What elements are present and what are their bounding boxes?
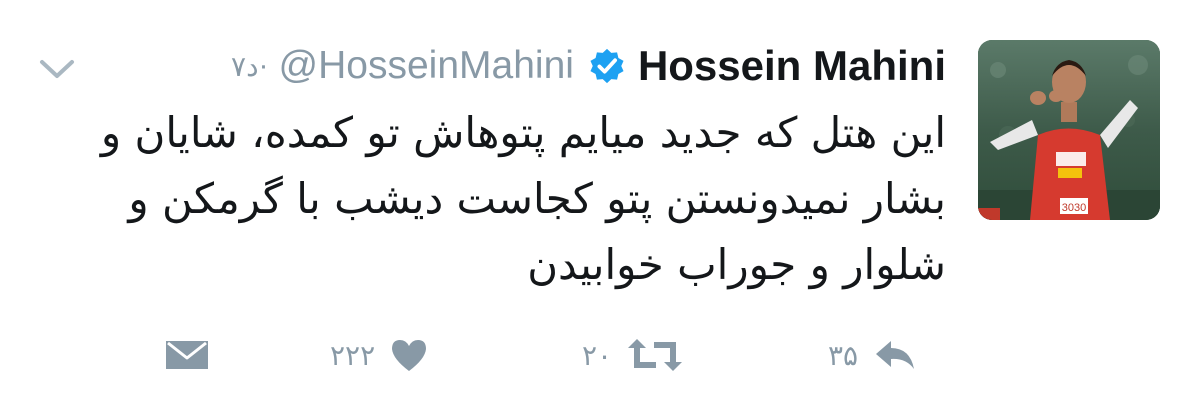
retweet-icon xyxy=(626,337,684,373)
tweet-text-line: این هتل که جدید میایم پتوهاش تو کمده، شا… xyxy=(100,108,946,157)
tweet: Hossein Mahini @HosseinMahini · ۷د 3030 … xyxy=(0,0,1200,401)
tweet-header: Hossein Mahini @HosseinMahini · ۷د xyxy=(231,36,946,96)
reply-count: ۳۵ xyxy=(828,339,859,371)
chevron-down-icon[interactable] xyxy=(38,56,76,82)
user-handle[interactable]: @HosseinMahini xyxy=(279,44,574,88)
envelope-icon xyxy=(164,337,210,373)
avatar[interactable]: 3030 xyxy=(978,40,1160,220)
display-name[interactable]: Hossein Mahini xyxy=(638,42,946,90)
verified-badge-icon xyxy=(588,47,626,85)
timestamp[interactable]: ۷د xyxy=(231,50,259,83)
like-count: ۲۲۲ xyxy=(330,339,376,371)
reply-button[interactable]: ۳۵ xyxy=(828,330,918,380)
direct-message-button[interactable] xyxy=(164,330,210,380)
tweet-actions: ۳۵ ۲۰ ۲۲۲ xyxy=(0,330,1200,380)
tweet-text: این هتل که جدید میایم پتوهاش تو کمده، شا… xyxy=(46,100,946,298)
heart-icon xyxy=(389,337,429,373)
tweet-text-line: شلوار و جوراب خوابیدن xyxy=(527,240,946,289)
tweet-text-line: بشار نمیدونستن پتو کجاست دیشب با گرمکن و xyxy=(128,174,946,223)
svg-text:3030: 3030 xyxy=(1062,202,1086,214)
like-button[interactable]: ۲۲۲ xyxy=(330,330,429,380)
retweet-count: ۲۰ xyxy=(582,339,613,371)
header-separator: · xyxy=(258,49,269,82)
reply-icon xyxy=(872,337,918,373)
retweet-button[interactable]: ۲۰ xyxy=(582,330,684,380)
